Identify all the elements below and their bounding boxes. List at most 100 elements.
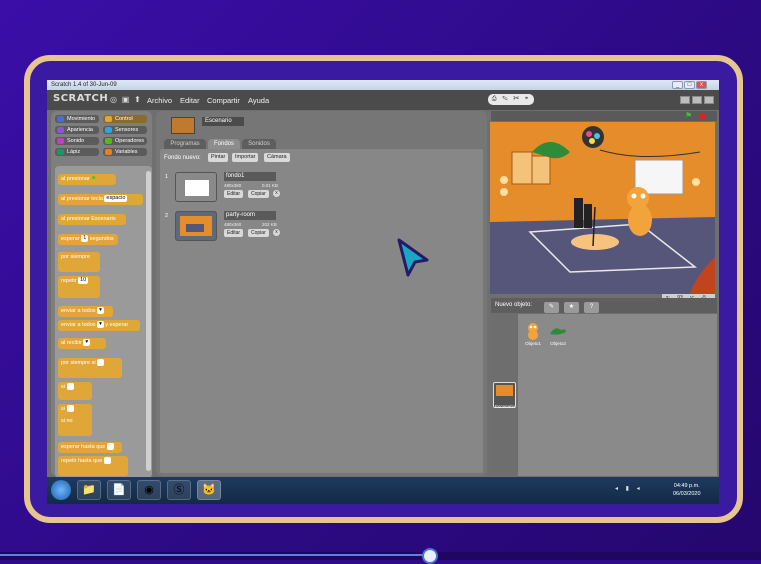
save-icon[interactable]: ▣ bbox=[121, 95, 130, 104]
toolbar-tools[interactable]: ⎙ ✎ ✂ ⌖ bbox=[488, 94, 534, 105]
small-stage-button[interactable] bbox=[680, 96, 690, 104]
paint-sprite-icon[interactable]: ✎ bbox=[544, 302, 559, 313]
block-label: por siempre si bbox=[61, 360, 96, 366]
clock-time: 04:49 p.m. bbox=[673, 483, 700, 489]
maximize-button[interactable]: □ bbox=[684, 81, 695, 89]
random-sprite-icon[interactable]: ? bbox=[584, 302, 599, 313]
broadcast-slot[interactable]: ▾ bbox=[97, 307, 104, 315]
wait-slot[interactable]: 1 bbox=[81, 235, 89, 243]
menu-archivo[interactable]: Archivo bbox=[147, 96, 172, 105]
tab-programas[interactable]: Programas bbox=[164, 139, 206, 149]
copy-button[interactable]: Copiar bbox=[248, 190, 269, 198]
preview-floor bbox=[186, 224, 204, 232]
presentation-mode-button[interactable] bbox=[704, 96, 714, 104]
palette-scrollbar[interactable] bbox=[146, 171, 151, 471]
menu-editar[interactable]: Editar bbox=[180, 96, 200, 105]
delete-icon[interactable]: x bbox=[273, 190, 280, 197]
condition-slot[interactable] bbox=[97, 359, 105, 367]
stop-icon[interactable] bbox=[699, 113, 706, 120]
stage[interactable] bbox=[490, 122, 715, 294]
category-lapiz[interactable]: Lápiz bbox=[55, 148, 99, 156]
window-title: Scratch 1.4 of 30-Jun-09 bbox=[51, 82, 117, 88]
category-operadores[interactable]: Operadores bbox=[103, 137, 147, 145]
dragon-sprite-icon bbox=[550, 328, 566, 335]
block-when-receive[interactable]: al recibir ▾ bbox=[58, 338, 106, 349]
block-broadcast-wait[interactable]: enviar a todos ▾ y esperar bbox=[58, 320, 140, 331]
edit-button[interactable]: Editar bbox=[224, 190, 244, 198]
category-variables[interactable]: Variables bbox=[103, 148, 147, 156]
block-if[interactable]: si bbox=[58, 382, 92, 400]
share-icon[interactable]: ⬆ bbox=[133, 95, 142, 104]
costume-name-field[interactable]: party-room bbox=[224, 211, 276, 220]
tab-fondos[interactable]: Fondos bbox=[208, 139, 240, 149]
sprite-dragon-thumbnail[interactable] bbox=[549, 324, 567, 338]
stage-column: Escenario bbox=[491, 314, 518, 476]
category-sensores[interactable]: Sensores bbox=[103, 126, 147, 134]
green-flag-icon[interactable]: ⚑ bbox=[685, 112, 692, 120]
skype-taskbar-icon[interactable]: Ⓢ bbox=[167, 480, 191, 500]
video-progress-fill bbox=[0, 554, 430, 556]
block-wait-until[interactable]: esperar hasta que bbox=[58, 442, 122, 453]
edit-button[interactable]: Editar bbox=[224, 229, 244, 237]
category-movimiento[interactable]: Movimiento bbox=[55, 115, 99, 123]
costume-dims: 480x360 bbox=[224, 222, 242, 227]
backgrounds-panel: Fondo nuevo: Pintar Importar Cámara 1 fo… bbox=[160, 149, 483, 473]
block-label: al presionar tecla bbox=[61, 196, 103, 202]
block-forever-if[interactable]: por siempre si bbox=[58, 358, 122, 378]
block-repeat-until[interactable]: repetir hasta que bbox=[58, 456, 128, 476]
condition-slot[interactable] bbox=[66, 383, 74, 391]
block-wait[interactable]: esperar 1 segundos bbox=[58, 234, 118, 245]
copy-button[interactable]: Copiar bbox=[248, 229, 269, 237]
block-palette: Movimiento Control Apariencia Sensores S… bbox=[51, 111, 152, 478]
tab-sonidos[interactable]: Sonidos bbox=[242, 139, 276, 149]
stage-thumbnail bbox=[171, 117, 195, 134]
costume-thumbnail-fondo1[interactable] bbox=[175, 172, 217, 202]
party-room-preview bbox=[180, 216, 212, 236]
category-sonido[interactable]: Sonido bbox=[55, 137, 99, 145]
close-button[interactable]: x bbox=[696, 81, 707, 89]
chrome-taskbar-icon[interactable]: ◉ bbox=[137, 480, 161, 500]
choose-sprite-icon[interactable]: ★ bbox=[564, 302, 579, 313]
block-when-stage-clicked[interactable]: al presionar Escenario bbox=[58, 214, 126, 225]
block-repeat[interactable]: repetir 10 bbox=[58, 276, 100, 298]
costume-name-field[interactable]: fondo1 bbox=[224, 172, 276, 181]
category-control[interactable]: Control bbox=[103, 115, 147, 123]
condition-slot[interactable] bbox=[103, 457, 111, 465]
menu-ayuda[interactable]: Ayuda bbox=[248, 96, 269, 105]
video-progress-knob[interactable] bbox=[422, 548, 438, 564]
receive-slot[interactable]: ▾ bbox=[83, 339, 91, 347]
sprite-cat-thumbnail[interactable] bbox=[524, 322, 542, 340]
costume-thumbnail-party-room[interactable] bbox=[175, 211, 217, 241]
block-when-flag-clicked[interactable]: al presionar ⚑ bbox=[58, 174, 116, 185]
repeat-slot[interactable]: 10 bbox=[78, 277, 89, 285]
costume-size: 202 KB bbox=[262, 222, 277, 227]
key-slot[interactable]: espacio bbox=[104, 195, 128, 203]
block-label: al recibir bbox=[61, 340, 82, 346]
condition-slot[interactable] bbox=[106, 443, 114, 451]
explorer-taskbar-icon[interactable]: 📁 bbox=[77, 480, 101, 500]
normal-stage-button[interactable] bbox=[692, 96, 702, 104]
delete-icon[interactable]: x bbox=[273, 229, 280, 236]
block-forever[interactable]: por siempre bbox=[58, 252, 100, 272]
import-button[interactable]: Importar bbox=[232, 153, 259, 162]
start-button[interactable] bbox=[51, 480, 71, 500]
sprite-name-field[interactable]: Escenario bbox=[202, 117, 244, 126]
block-label: esperar hasta que bbox=[61, 444, 106, 450]
menu-compartir[interactable]: Compartir bbox=[207, 96, 240, 105]
broadcast-slot[interactable]: ▾ bbox=[97, 321, 104, 329]
block-broadcast[interactable]: enviar a todos ▾ bbox=[58, 306, 113, 317]
condition-slot[interactable] bbox=[66, 405, 74, 413]
taskbar-clock[interactable]: 04:49 p.m. 06/03/2020 bbox=[673, 482, 701, 498]
block-label: por siempre bbox=[61, 254, 91, 260]
block-if-else[interactable]: si si no bbox=[58, 404, 92, 436]
block-when-key-pressed[interactable]: al presionar tecla espacio bbox=[58, 194, 143, 205]
minimize-button[interactable]: _ bbox=[672, 81, 683, 89]
files-taskbar-icon[interactable]: 📄 bbox=[107, 480, 131, 500]
scratch-taskbar-icon[interactable]: 🐱 bbox=[197, 480, 221, 500]
globe-icon[interactable]: ◎ bbox=[109, 95, 118, 104]
category-apariencia[interactable]: Apariencia bbox=[55, 126, 99, 134]
camera-button[interactable]: Cámara bbox=[264, 153, 290, 162]
block-label: si bbox=[61, 406, 65, 412]
system-tray-icons[interactable]: ◂ ▮ ◂ bbox=[615, 485, 643, 492]
paint-button[interactable]: Pintar bbox=[208, 153, 229, 162]
